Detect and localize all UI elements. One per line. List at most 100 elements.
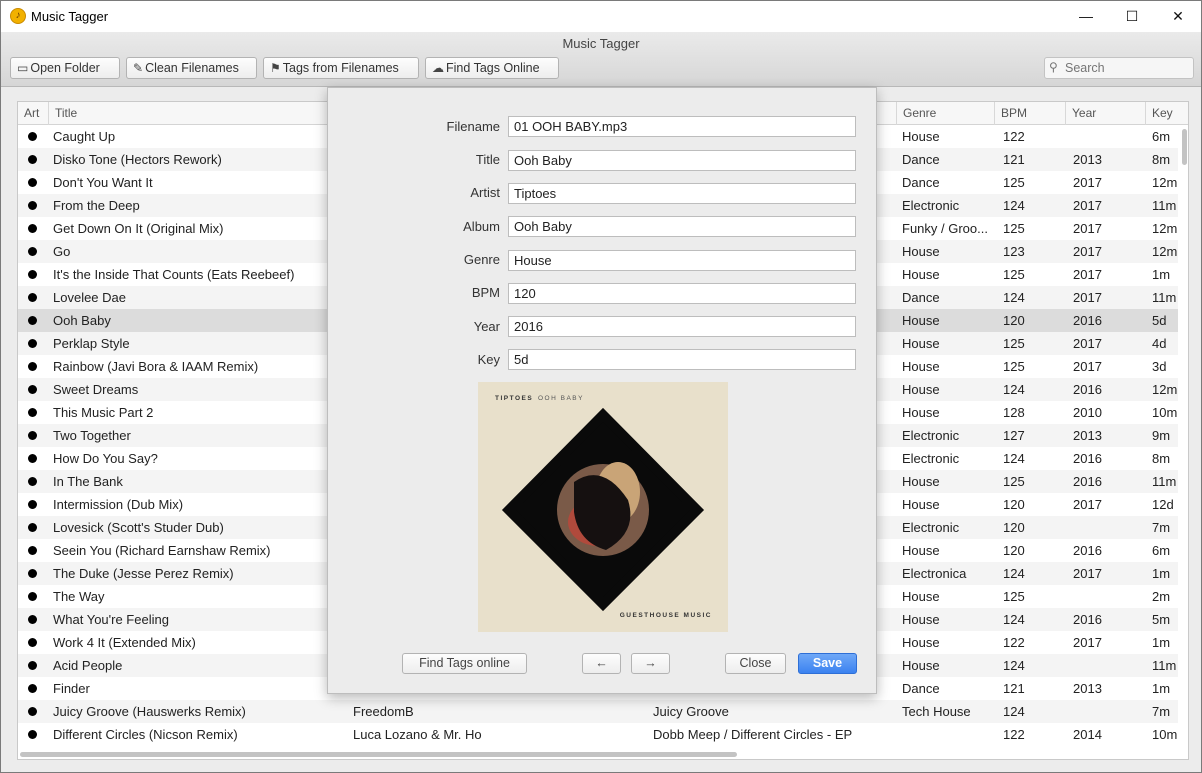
cell-genre: Tech House xyxy=(902,704,971,719)
cell-key: 12m xyxy=(1152,221,1178,236)
col-title[interactable]: Title xyxy=(48,102,348,125)
cell-genre: House xyxy=(902,129,940,144)
cell-bpm: 125 xyxy=(1003,336,1025,351)
cell-key: 7m xyxy=(1152,520,1171,535)
cell-title: This Music Part 2 xyxy=(53,405,154,420)
cell-bpm: 120 xyxy=(1003,520,1025,535)
cell-year: 2017 xyxy=(1073,635,1102,650)
cell-year: 2016 xyxy=(1073,474,1102,489)
genre-field[interactable] xyxy=(508,250,856,271)
folder-icon: ▭ xyxy=(17,61,29,75)
artwork-indicator-icon xyxy=(28,546,37,555)
cell-genre: House xyxy=(902,382,940,397)
album-field[interactable] xyxy=(508,216,856,237)
next-track-button[interactable]: → xyxy=(631,653,670,674)
previous-track-button[interactable]: ← xyxy=(582,653,621,674)
toolbar: Music Tagger ▭ Open Folder ✎ Clean Filenam… xyxy=(1,32,1201,87)
cell-year: 2014 xyxy=(1073,727,1102,742)
cell-genre: House xyxy=(902,336,940,351)
cell-genre: House xyxy=(902,635,940,650)
cell-bpm: 128 xyxy=(1003,405,1025,420)
cell-bpm: 122 xyxy=(1003,727,1025,742)
album-artwork[interactable]: TIPTOES OOH BABY GUESTHOUSE MUSIC xyxy=(478,382,728,632)
cell-year xyxy=(1073,516,1143,539)
artwork-indicator-icon xyxy=(28,707,37,716)
cell-title: Lovesick (Scott's Studer Dub) xyxy=(53,520,224,535)
tag-editor-dialog: Filename Title Artist Album Genre BPM Ye… xyxy=(327,87,877,694)
col-art[interactable]: Art xyxy=(18,102,48,125)
save-button[interactable]: Save xyxy=(798,653,857,674)
cell-key: 10m xyxy=(1152,727,1178,742)
maximize-button[interactable]: ☐ xyxy=(1109,1,1155,32)
cell-year: 2010 xyxy=(1073,405,1102,420)
artwork-indicator-icon xyxy=(28,316,37,325)
close-window-button[interactable]: ✕ xyxy=(1155,1,1201,32)
cell-title: The Duke (Jesse Perez Remix) xyxy=(53,566,234,581)
artwork-indicator-icon xyxy=(28,638,37,647)
artwork-indicator-icon xyxy=(28,661,37,670)
search-input[interactable] xyxy=(1065,60,1190,76)
cell-title: What You're Feeling xyxy=(53,612,169,627)
cell-bpm: 124 xyxy=(1003,658,1025,673)
clean-filenames-button[interactable]: ✎ Clean Filenames xyxy=(126,57,257,79)
close-dialog-button[interactable]: Close xyxy=(725,653,786,674)
filename-field[interactable] xyxy=(508,116,856,137)
table-row[interactable]: Different Circles (Nicson Remix) Luca Loz… xyxy=(18,723,1178,746)
cell-key: 11m xyxy=(1152,290,1177,305)
artwork-indicator-icon xyxy=(28,293,37,302)
vertical-scroll-thumb[interactable] xyxy=(1182,129,1187,165)
cell-year: 2017 xyxy=(1073,290,1102,305)
artwork-indicator-icon xyxy=(28,592,37,601)
artwork-indicator-icon xyxy=(28,454,37,463)
artwork-indicator-icon xyxy=(28,224,37,233)
cell-year: 2013 xyxy=(1073,428,1102,443)
cell-bpm: 127 xyxy=(1003,428,1025,443)
title-field[interactable] xyxy=(508,150,856,171)
cell-key: 7m xyxy=(1152,704,1171,719)
cell-genre: Dance xyxy=(902,290,940,305)
cloud-download-icon: ☁ xyxy=(432,61,444,75)
cell-key: 5m xyxy=(1152,612,1171,627)
cell-bpm: 124 xyxy=(1003,704,1025,719)
cell-genre: Electronic xyxy=(902,198,960,213)
app-window: ♪ Music Tagger — ☐ ✕ Music Tagger ▭ Open … xyxy=(0,0,1202,773)
cell-key: 2m xyxy=(1152,589,1171,604)
window-title: Music Tagger xyxy=(31,9,109,24)
col-key[interactable]: Key xyxy=(1145,102,1188,125)
cell-bpm: 120 xyxy=(1003,543,1025,558)
cell-bpm: 124 xyxy=(1003,198,1025,213)
horizontal-scroll-thumb[interactable] xyxy=(20,752,737,757)
cell-title: Disko Tone (Hectors Rework) xyxy=(53,152,222,167)
clean-filenames-label: Clean Filenames xyxy=(145,61,239,75)
cell-year xyxy=(1073,654,1143,677)
col-genre[interactable]: Genre xyxy=(896,102,994,125)
cell-bpm: 125 xyxy=(1003,474,1025,489)
cell-key: 9m xyxy=(1152,428,1171,443)
find-tags-online-dialog-button[interactable]: Find Tags online xyxy=(402,653,527,674)
table-row[interactable]: Juicy Groove (Hauswerks Remix) FreedomB Ju… xyxy=(18,700,1178,723)
cell-title: In The Bank xyxy=(53,474,123,489)
cell-genre: Electronica xyxy=(902,566,967,581)
cell-year: 2017 xyxy=(1073,566,1102,581)
tags-from-filenames-button[interactable]: ⚑ Tags from Filenames xyxy=(263,57,419,79)
col-year[interactable]: Year xyxy=(1065,102,1145,125)
cell-bpm: 124 xyxy=(1003,451,1025,466)
cell-title: Sweet Dreams xyxy=(53,382,139,397)
col-bpm[interactable]: BPM xyxy=(994,102,1065,125)
cell-key: 8m xyxy=(1152,451,1171,466)
year-field[interactable] xyxy=(508,316,856,337)
cell-key: 11m xyxy=(1152,474,1177,489)
open-folder-button[interactable]: ▭ Open Folder xyxy=(10,57,120,79)
artist-field[interactable] xyxy=(508,183,856,204)
find-tags-online-button[interactable]: ☁ Find Tags Online xyxy=(425,57,559,79)
artwork-indicator-icon xyxy=(28,500,37,509)
filename-label: Filename xyxy=(446,119,500,134)
bpm-field[interactable] xyxy=(508,283,856,304)
minimize-button[interactable]: — xyxy=(1063,1,1109,32)
artwork-indicator-icon xyxy=(28,385,37,394)
cell-year xyxy=(1073,700,1143,723)
key-field[interactable] xyxy=(508,349,856,370)
vertical-scrollbar[interactable] xyxy=(1181,125,1188,745)
cell-genre xyxy=(902,723,994,746)
cell-artist: FreedomB xyxy=(353,704,414,719)
